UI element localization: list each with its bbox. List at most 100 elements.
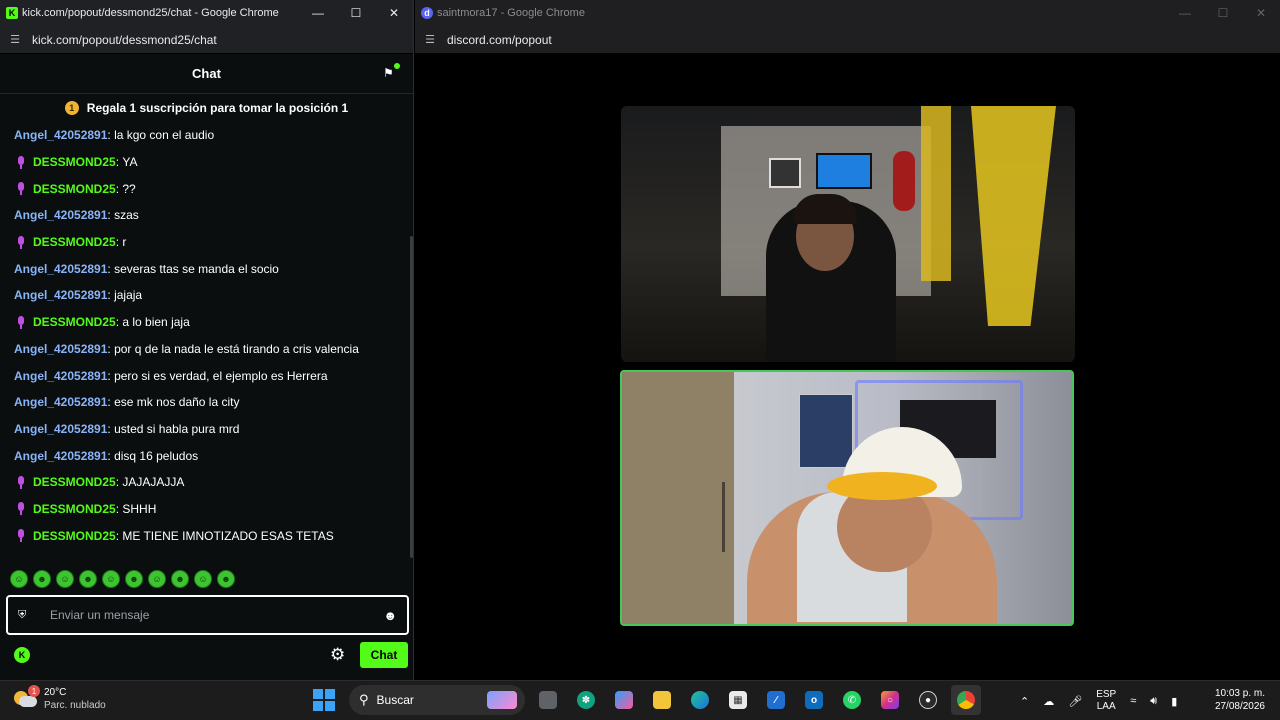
chat-message: Angel_42052891: por q de la nada le está…	[0, 336, 410, 363]
copilot-icon[interactable]	[609, 685, 639, 715]
file-explorer-icon[interactable]	[647, 685, 677, 715]
message-input-box[interactable]: ⛨ ☻	[6, 595, 409, 635]
chat-separator: :	[115, 501, 123, 516]
weather-condition: Parc. nublado	[44, 700, 106, 711]
send-chat-button[interactable]: Chat	[360, 642, 408, 668]
chat-username[interactable]: Angel_42052891	[14, 128, 107, 142]
weather-widget[interactable]: 1 20°C Parc. nublado	[14, 685, 106, 712]
chat-username[interactable]: Angel_42052891	[14, 395, 107, 409]
chat-username[interactable]: Angel_42052891	[14, 262, 107, 276]
wall-poster	[799, 394, 853, 468]
chat-scrollbar[interactable]	[410, 236, 413, 558]
emote-icon[interactable]: ☺	[194, 570, 212, 588]
broadcaster-mic-icon	[16, 182, 26, 196]
onedrive-icon[interactable]: ☁	[1043, 695, 1054, 708]
video-tile-bottom-speaking[interactable]	[620, 370, 1074, 626]
input-language[interactable]: ESP LAA	[1096, 689, 1116, 713]
shield-icon[interactable]: ⛨	[18, 609, 40, 622]
pinned-sub-banner[interactable]: 1 Regala 1 suscripción para tomar la pos…	[0, 94, 413, 122]
chat-username[interactable]: DESSMOND25	[33, 182, 116, 196]
video-tile-top[interactable]	[621, 106, 1075, 362]
chat-username[interactable]: DESSMOND25	[33, 235, 116, 249]
broadcaster-mic-icon	[16, 475, 26, 489]
chat-username[interactable]: Angel_42052891	[14, 288, 107, 302]
emote-icon[interactable]: ☻	[79, 570, 97, 588]
chat-separator: :	[115, 475, 123, 490]
close-icon[interactable]: ✕	[375, 0, 413, 26]
broadcaster-mic-icon	[16, 502, 26, 516]
site-info-icon[interactable]: ☰	[423, 33, 437, 47]
chat-message-text: disq 16 peludos	[114, 448, 199, 463]
outlook-icon[interactable]: o	[799, 685, 829, 715]
chat-username[interactable]: Angel_42052891	[14, 369, 107, 383]
maximize-icon[interactable]: ☐	[1204, 0, 1242, 26]
instagram-icon[interactable]: ○	[875, 685, 905, 715]
minimize-icon[interactable]: —	[1166, 0, 1204, 26]
chat-message: DESSMOND25: JAJAJAJJA	[0, 469, 410, 496]
azure-app-icon[interactable]: ∕	[761, 685, 791, 715]
chat-message-text: la kgo con el audio	[114, 128, 215, 143]
emote-icon[interactable]: ☻	[33, 570, 51, 588]
chat-username[interactable]: DESSMOND25	[33, 502, 116, 516]
gear-icon[interactable]: ⚙	[330, 645, 345, 665]
emote-icon[interactable]: ☺	[102, 570, 120, 588]
chevron-up-icon[interactable]: ⌃	[1020, 695, 1029, 708]
chat-separator: :	[107, 341, 115, 356]
search-highlight-icon	[487, 691, 517, 709]
emote-icon[interactable]: ☺	[10, 570, 28, 588]
whatsapp-icon[interactable]: ✆	[837, 685, 867, 715]
message-input[interactable]	[50, 608, 384, 622]
wall-tv	[816, 153, 872, 189]
chat-message: DESSMOND25: ??	[0, 175, 410, 202]
emote-icon[interactable]: ☻	[217, 570, 235, 588]
chat-message: Angel_42052891: disq 16 peludos	[0, 442, 410, 469]
chat-username[interactable]: DESSMOND25	[33, 155, 116, 169]
chat-username[interactable]: Angel_42052891	[14, 208, 107, 222]
chat-username[interactable]: Angel_42052891	[14, 422, 107, 436]
chrome-icon[interactable]	[951, 685, 981, 715]
broadcaster-mic-icon	[16, 155, 26, 169]
microphone-icon[interactable]: 🎤︎	[1068, 695, 1082, 708]
chat-message: Angel_42052891: la kgo con el audio	[0, 122, 410, 149]
maximize-icon[interactable]: ☐	[337, 0, 375, 26]
emote-icon[interactable]: ☺	[56, 570, 74, 588]
kick-titlebar[interactable]: K kick.com/popout/dessmond25/chat - Goog…	[0, 0, 413, 26]
chat-separator: :	[115, 155, 123, 170]
chat-username[interactable]: Angel_42052891	[14, 449, 107, 463]
volume-icon[interactable]: 🔊︎	[1150, 695, 1157, 708]
windows-start-icon[interactable]	[313, 689, 335, 711]
discord-address-bar[interactable]: ☰ discord.com/popout	[415, 26, 1280, 54]
taskbar-search[interactable]: ⚲ Buscar	[349, 685, 525, 715]
chat-message-text: a lo bien jaja	[122, 315, 190, 330]
close-icon[interactable]: ✕	[1242, 0, 1280, 26]
wifi-icon[interactable]: ≈	[1130, 695, 1136, 707]
chatgpt-app-icon[interactable]: ✽	[571, 685, 601, 715]
chat-username[interactable]: DESSMOND25	[33, 529, 116, 543]
discord-titlebar[interactable]: d saintmora17 - Google Chrome — ☐ ✕	[415, 0, 1280, 26]
kick-address-bar[interactable]: ☰ kick.com/popout/dessmond25/chat	[0, 26, 413, 54]
chat-username[interactable]: DESSMOND25	[33, 315, 116, 329]
emoji-picker-icon[interactable]: ☻	[383, 608, 397, 623]
broadcaster-mic-icon	[16, 235, 26, 249]
chat-message: DESSMOND25: SHHH	[0, 496, 410, 523]
video-call-area	[415, 54, 1280, 680]
site-info-icon[interactable]: ☰	[8, 33, 22, 47]
chat-username[interactable]: DESSMOND25	[33, 475, 116, 489]
taskbar-apps: ⚲ Buscar ✽ ▦ ∕ o ✆ ○ ●	[313, 685, 981, 715]
emote-icon[interactable]: ☺	[148, 570, 166, 588]
chat-username[interactable]: Angel_42052891	[14, 342, 107, 356]
chat-message-text: szas	[114, 208, 139, 223]
edge-browser-icon[interactable]	[685, 685, 715, 715]
emote-icon[interactable]: ☻	[171, 570, 189, 588]
taskbar-clock[interactable]: 10:03 p. m. 27/08/2026	[1190, 687, 1265, 713]
task-view-icon[interactable]	[533, 685, 563, 715]
broadcaster-mic-icon	[16, 529, 26, 543]
minimize-icon[interactable]: —	[299, 0, 337, 26]
chat-message-list[interactable]: Angel_42052891: la kgo con el audio DESSM…	[0, 122, 410, 564]
system-tray: ⌃ ☁ 🎤︎ ESP LAA ≈ 🔊︎ ▮	[1020, 681, 1177, 720]
battery-icon[interactable]: ▮	[1171, 695, 1177, 708]
ms-store-icon[interactable]: ▦	[723, 685, 753, 715]
emote-icon[interactable]: ☻	[125, 570, 143, 588]
kick-logo-icon[interactable]: K	[14, 647, 30, 663]
obs-recording-icon[interactable]: ●	[913, 685, 943, 715]
